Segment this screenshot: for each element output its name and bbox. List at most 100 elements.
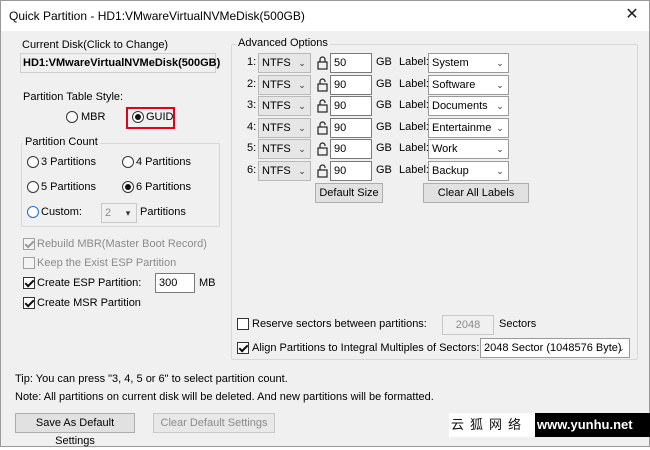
unlock-icon[interactable] <box>316 121 329 135</box>
partition-size-input[interactable]: 90 <box>330 161 372 181</box>
rebuild-mbr-checkbox[interactable] <box>23 238 35 250</box>
volume-label-caption: Label: <box>399 121 429 133</box>
esp-size-input[interactable]: 300 <box>155 273 195 293</box>
size-unit-label: GB <box>376 164 392 176</box>
volume-label-caption: Label: <box>399 164 429 176</box>
size-unit-label: GB <box>376 56 392 68</box>
filesystem-value: NTFS <box>262 165 291 177</box>
filesystem-value: NTFS <box>262 100 291 112</box>
chevron-down-icon: ⌄ <box>298 166 306 176</box>
clear-all-labels-button[interactable]: Clear All Labels <box>423 183 529 203</box>
reserve-sectors-checkbox[interactable] <box>237 318 249 330</box>
size-unit-label: GB <box>376 142 392 154</box>
save-default-settings-button[interactable]: Save As Default Settings <box>15 413 135 447</box>
six-partitions-radio[interactable] <box>122 181 134 193</box>
chevron-down-icon: ⌄ <box>298 123 306 133</box>
volume-label-select[interactable]: Documents ⌄ <box>428 96 509 116</box>
filesystem-value: NTFS <box>262 122 291 134</box>
custom-partitions-suffix: Partitions <box>140 206 186 218</box>
volume-label-select[interactable]: Entertainmen ⌄ <box>428 118 509 138</box>
chevron-down-icon: ⌄ <box>492 54 508 72</box>
unlock-icon[interactable] <box>316 142 329 156</box>
watermark-url: www.yunhu.net <box>537 417 633 432</box>
partition-row-number: 3: <box>247 99 257 111</box>
chevron-down-icon: ⌄ <box>492 76 508 94</box>
three-partitions-radio[interactable] <box>27 156 39 168</box>
filesystem-value: NTFS <box>262 57 291 69</box>
create-msr-checkbox[interactable] <box>23 297 35 309</box>
volume-label-value: Software <box>432 79 476 91</box>
five-partitions-label: 5 Partitions <box>41 181 97 193</box>
volume-label-value: Work <box>432 143 458 155</box>
filesystem-select[interactable]: NTFS ⌄ <box>258 53 311 73</box>
filesystem-select[interactable]: NTFS ⌄ <box>258 96 311 116</box>
partition-row-number: 1: <box>247 56 257 68</box>
create-msr-label: Create MSR Partition <box>37 297 141 309</box>
clear-default-settings-button[interactable]: Clear Default Settings <box>153 413 275 433</box>
filesystem-select[interactable]: NTFS ⌄ <box>258 75 311 95</box>
chevron-down-icon: ⌄ <box>298 80 306 90</box>
chevron-down-icon: ⌄ <box>298 144 306 154</box>
chevron-down-icon: ⌄ <box>298 58 306 68</box>
volume-label-select[interactable]: Backup ⌄ <box>428 161 509 181</box>
chevron-down-icon: ⌄ <box>617 343 625 353</box>
align-sector-value: 2048 Sector (1048576 Byte) <box>484 342 622 354</box>
unlock-icon[interactable] <box>316 99 329 113</box>
rebuild-mbr-label: Rebuild MBR(Master Boot Record) <box>37 238 207 250</box>
five-partitions-radio[interactable] <box>27 181 39 193</box>
volume-label-value: Entertainmen <box>432 122 498 134</box>
unlock-icon[interactable] <box>316 164 329 178</box>
partition-size-input[interactable]: 90 <box>330 118 372 138</box>
create-esp-checkbox[interactable] <box>23 277 35 289</box>
volume-label-select[interactable]: System ⌄ <box>428 53 509 73</box>
align-partitions-checkbox[interactable] <box>237 342 249 354</box>
volume-label-value: System <box>432 57 469 69</box>
filesystem-select[interactable]: NTFS ⌄ <box>258 139 311 159</box>
partition-row-number: 5: <box>247 142 257 154</box>
current-disk-button[interactable]: HD1:VMwareVirtualNVMeDisk(500GB) <box>20 53 220 73</box>
close-icon[interactable]: ✕ <box>621 5 643 25</box>
tip-text: Tip: You can press "3, 4, 5 or 6" to sel… <box>15 373 288 385</box>
mbr-radio[interactable] <box>66 111 78 123</box>
size-unit-label: GB <box>376 121 392 133</box>
volume-label-select[interactable]: Software ⌄ <box>428 75 509 95</box>
align-sector-select[interactable]: 2048 Sector (1048576 Byte) ⌄ <box>480 338 630 358</box>
volume-label-value: Backup <box>432 165 469 177</box>
advanced-options-label: Advanced Options <box>236 37 330 49</box>
chevron-down-icon: ⌄ <box>492 119 508 137</box>
unlock-icon[interactable] <box>316 78 329 92</box>
lock-icon[interactable] <box>316 56 329 70</box>
chevron-down-icon: ▾ <box>125 208 131 218</box>
custom-label: Custom: <box>41 206 82 218</box>
watermark-chinese: 云狐网络 <box>449 413 535 437</box>
partition-size-input[interactable]: 50 <box>330 53 372 73</box>
partition-size-input[interactable]: 90 <box>330 96 372 116</box>
keep-esp-label: Keep the Exist ESP Partition <box>37 257 177 269</box>
guid-radio[interactable] <box>132 111 144 123</box>
filesystem-select[interactable]: NTFS ⌄ <box>258 161 311 181</box>
partition-size-input[interactable]: 90 <box>330 75 372 95</box>
partition-size-input[interactable]: 90 <box>330 139 372 159</box>
default-size-button[interactable]: Default Size <box>315 183 383 203</box>
size-unit-label: GB <box>376 78 392 90</box>
partition-count-label: Partition Count <box>23 136 100 148</box>
volume-label-select[interactable]: Work ⌄ <box>428 139 509 159</box>
four-partitions-label: 4 Partitions <box>136 156 192 168</box>
chevron-down-icon: ⌄ <box>492 140 508 158</box>
volume-label-caption: Label: <box>399 56 429 68</box>
filesystem-select[interactable]: NTFS ⌄ <box>258 118 311 138</box>
reserve-sectors-input[interactable]: 2048 <box>442 315 494 335</box>
guid-label: GUID <box>146 111 174 123</box>
volume-label-caption: Label: <box>399 99 429 111</box>
chevron-down-icon: ⌄ <box>492 97 508 115</box>
custom-radio[interactable] <box>27 206 39 218</box>
align-partitions-label: Align Partitions to Integral Multiples o… <box>252 342 480 354</box>
four-partitions-radio[interactable] <box>122 156 134 168</box>
three-partitions-label: 3 Partitions <box>41 156 97 168</box>
filesystem-value: NTFS <box>262 79 291 91</box>
six-partitions-label: 6 Partitions <box>136 181 192 193</box>
note-text: Note: All partitions on current disk wil… <box>15 391 434 403</box>
window-title: Quick Partition - HD1:VMwareVirtualNVMeD… <box>9 9 305 23</box>
keep-esp-checkbox[interactable] <box>23 257 35 269</box>
custom-count-select[interactable]: 2 ▾ <box>101 203 137 223</box>
